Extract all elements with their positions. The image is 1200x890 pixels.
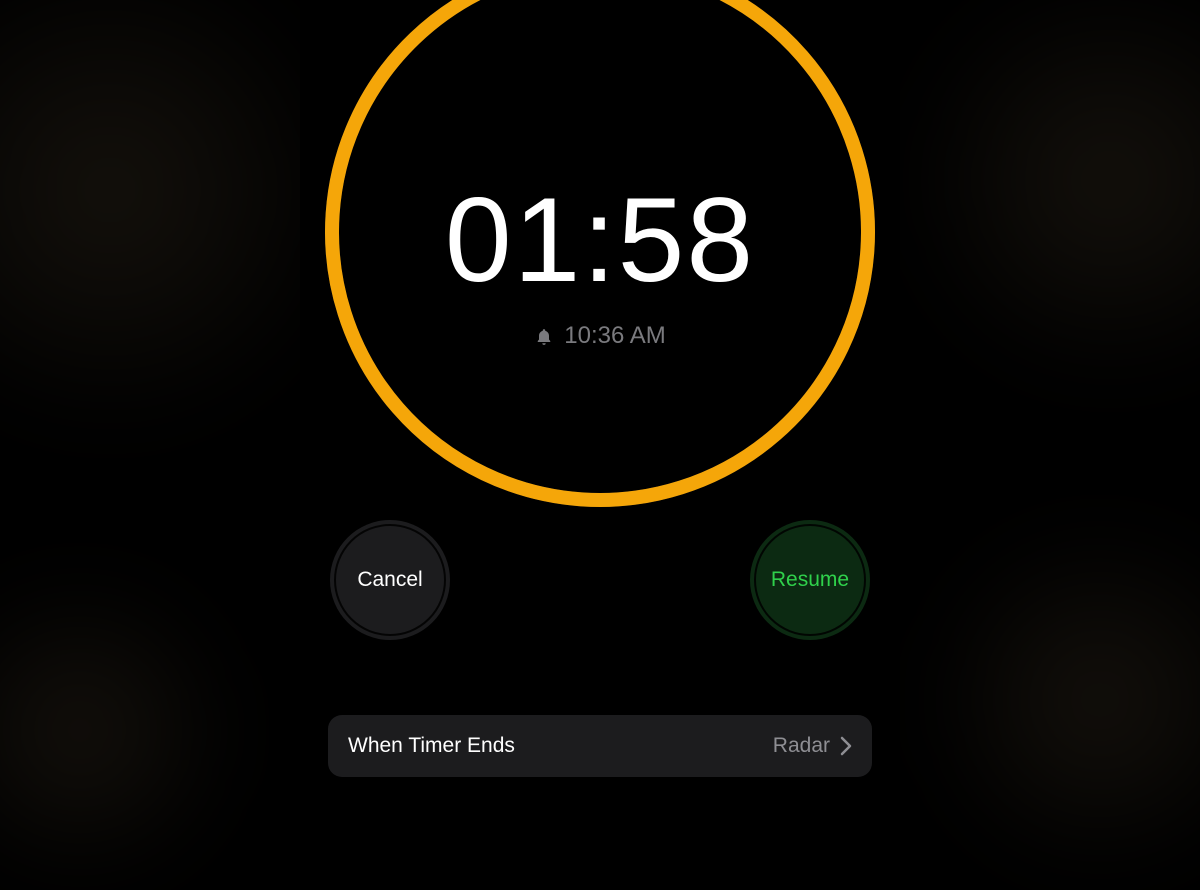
cancel-button-label: Cancel — [357, 568, 422, 592]
resume-button-label: Resume — [771, 568, 849, 592]
button-row: Cancel Resume — [300, 520, 900, 640]
when-timer-ends-row[interactable]: When Timer Ends Radar — [328, 715, 872, 777]
time-remaining: 01:58 — [300, 180, 900, 300]
bell-icon — [534, 326, 554, 346]
end-time-text: 10:36 AM — [564, 322, 665, 350]
time-block: 01:58 10:36 AM — [300, 180, 900, 350]
chevron-right-icon — [840, 736, 852, 756]
end-time-row: 10:36 AM — [300, 322, 900, 350]
when-timer-ends-value: Radar — [773, 734, 830, 758]
resume-button[interactable]: Resume — [750, 520, 870, 640]
timer-screen: 01:58 10:36 AM Cancel Resume When Timer … — [300, 0, 900, 800]
when-timer-ends-label: When Timer Ends — [348, 734, 515, 758]
cancel-button[interactable]: Cancel — [330, 520, 450, 640]
